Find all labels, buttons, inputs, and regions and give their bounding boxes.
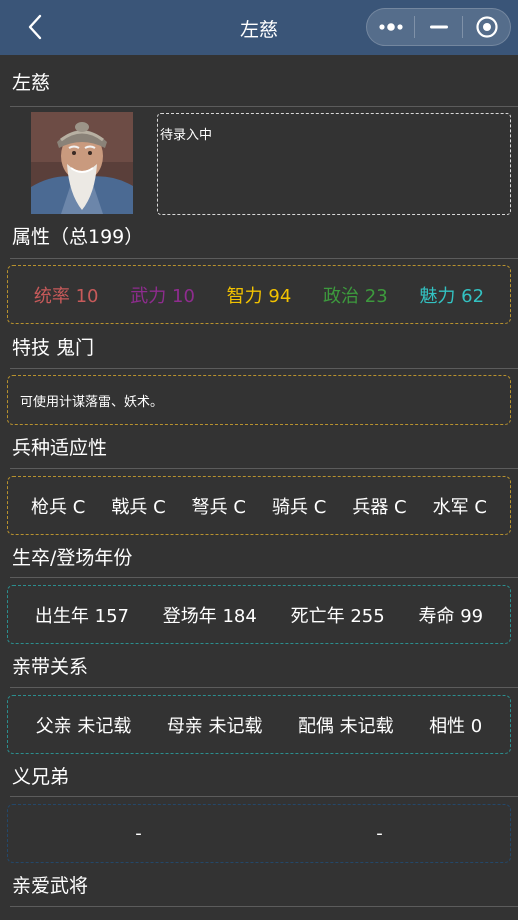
divider <box>10 577 518 578</box>
troop-spear: 枪兵 C <box>31 496 86 518</box>
troop-cavalry: 骑兵 C <box>272 496 327 518</box>
years-box: 出生年 157 登场年 184 死亡年 255 寿命 99 <box>7 585 511 644</box>
troops-box: 枪兵 C 戟兵 C 弩兵 C 骑兵 C 兵器 C 水军 C <box>7 476 511 535</box>
death-year: 死亡年 255 <box>290 605 385 627</box>
years-title: 生卒/登场年份 <box>12 547 133 569</box>
troop-navy: 水军 C <box>432 496 487 518</box>
lifespan: 寿命 99 <box>418 605 484 627</box>
back-button[interactable] <box>20 12 50 42</box>
biography-text: 待录入中 <box>160 128 213 143</box>
relations-box: 父亲 未记载 母亲 未记载 配偶 未记载 相性 0 <box>7 695 511 754</box>
birth-year: 出生年 157 <box>34 605 129 627</box>
troop-halberd: 戟兵 C <box>111 496 166 518</box>
nav-bar: 左慈 <box>0 0 518 55</box>
divider <box>10 368 518 369</box>
chevron-left-icon <box>28 14 42 40</box>
divider <box>10 468 518 469</box>
portrait-image <box>31 112 133 214</box>
skill-title: 特技 鬼门 <box>12 337 95 359</box>
biography-box: 待录入中 <box>157 113 511 215</box>
mini-program-capsule <box>366 8 511 46</box>
general-name: 左慈 <box>12 72 51 94</box>
troops-title: 兵种适应性 <box>12 437 108 459</box>
divider <box>10 906 518 907</box>
divider <box>10 687 518 688</box>
minus-icon <box>429 25 448 29</box>
compatibility: 相性 0 <box>429 715 483 737</box>
divider <box>10 106 518 107</box>
troop-siege: 兵器 C <box>352 496 407 518</box>
skill-box: 可使用计谋落雷、妖术。 <box>7 375 511 425</box>
relations-title: 亲带关系 <box>12 656 89 678</box>
divider <box>10 796 518 797</box>
favorites-title: 亲爱武将 <box>12 875 89 897</box>
stat-charisma: 魅力 62 <box>419 285 485 307</box>
mother: 母亲 未记载 <box>166 715 263 737</box>
debut-year: 登场年 184 <box>162 605 257 627</box>
divider <box>10 258 518 259</box>
attributes-box: 统率 10 武力 10 智力 94 政治 23 魅力 62 <box>7 265 511 324</box>
stat-war: 武力 10 <box>130 285 195 307</box>
more-dots-icon <box>378 23 403 31</box>
target-close-icon <box>475 16 498 38</box>
brother-item: - <box>135 823 142 844</box>
stat-leadership: 统率 10 <box>33 285 99 307</box>
skill-description: 可使用计谋落雷、妖术。 <box>20 394 164 410</box>
troop-crossbow: 弩兵 C <box>191 496 246 518</box>
brother-item: - <box>376 823 383 844</box>
brothers-box: - - <box>7 804 511 863</box>
stat-intelligence: 智力 94 <box>226 285 292 307</box>
spouse: 配偶 未记载 <box>297 715 394 737</box>
minimize-button[interactable] <box>415 9 462 45</box>
brothers-title: 义兄弟 <box>12 766 70 788</box>
stat-politics: 政治 23 <box>323 285 388 307</box>
father: 父亲 未记载 <box>35 715 132 737</box>
attributes-title: 属性（总199） <box>12 226 144 248</box>
close-button[interactable] <box>463 9 510 45</box>
more-button[interactable] <box>367 9 414 45</box>
